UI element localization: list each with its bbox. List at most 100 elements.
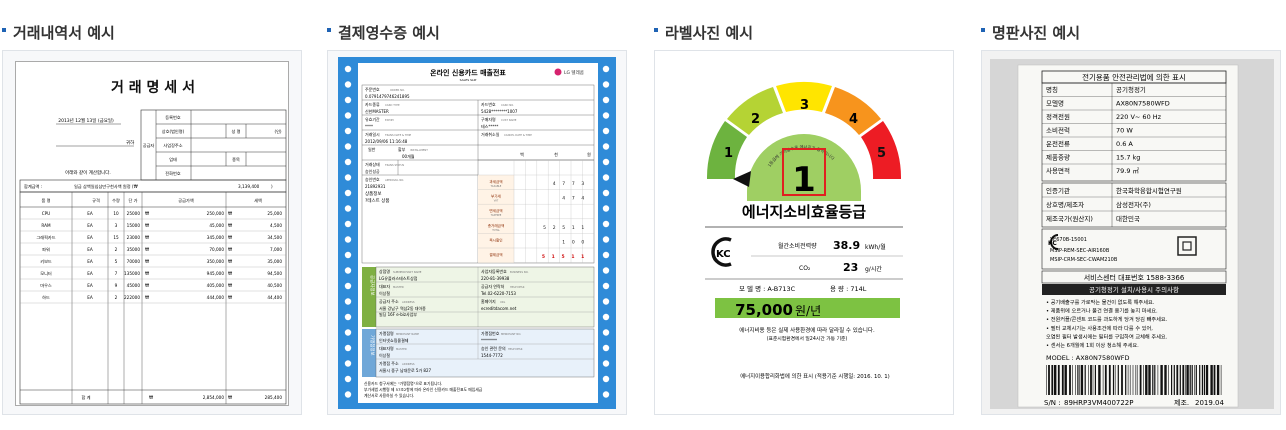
panel-title-text: 명판사진 예시	[992, 24, 1081, 42]
sprocket-hole	[602, 174, 610, 181]
field-label-en: HELP DESK	[508, 347, 523, 351]
field-label: 카드번호	[481, 101, 496, 107]
field-label: 가맹점명	[379, 330, 394, 336]
barcode-bar	[1104, 365, 1107, 395]
row2-value: 23	[843, 261, 858, 274]
won-sign: ₩	[145, 283, 150, 288]
won-sign: ₩	[228, 223, 233, 228]
won-sign: ₩	[228, 259, 233, 264]
amount-label-en: TAXABLE	[491, 185, 502, 188]
field-label: 구매자명	[481, 116, 496, 122]
kc-mark-icon: KC	[711, 237, 732, 267]
big-grade: 1	[792, 160, 816, 200]
image-frame[interactable]: 거 래 명 세 서 2013년 12월 13일 (금요일) 귀하 아래와 같이 …	[2, 50, 302, 415]
field-label: 유효기간	[365, 116, 380, 122]
nameplate-label: 제품중량	[1046, 154, 1070, 162]
field-label-en: APPROVAL NO.	[385, 178, 404, 182]
amount-label: 결제금액	[489, 252, 502, 257]
field-label: 사업자등록번호	[481, 268, 507, 274]
field-label: 홈페이지	[481, 298, 496, 304]
sprocket-hole	[344, 96, 352, 104]
barcode-bar	[1135, 365, 1137, 395]
table-cell: 70,000	[209, 247, 224, 252]
panel-invoice: 거래내역서 예시 거 래 명 세 서 2013년 12월 13일 (금요일) 귀…	[2, 0, 302, 430]
pg-addr: 서울시 중구 남대문로 5가 827	[379, 367, 432, 373]
table-cell: 2	[115, 295, 118, 300]
nameplate-photo: 전기용품 안전관리법에 의한 표시 명칭 공기청정기 모델명 AX80N7580WFD…	[990, 59, 1274, 409]
barcode-bar	[1201, 365, 1203, 395]
date-label: 제조.	[1174, 399, 1189, 407]
table-header: 공급가액	[178, 197, 194, 204]
label-note: (표준시험환경에서 일24시간 가동 기준)	[767, 335, 848, 342]
amount-label: 면세금액	[489, 208, 502, 213]
field-label-en: CARD TYPE	[385, 103, 400, 107]
barcode-bar	[1057, 365, 1060, 395]
barcode-bar	[1220, 365, 1222, 395]
merchant-side: 공급자정보	[369, 275, 376, 296]
expiry: ****	[365, 124, 373, 129]
home: ecreditdacom.net	[481, 306, 517, 311]
receipt-title: 온라인 신용카드 매출전표	[430, 68, 506, 77]
nameplate-value: 15.7 kg	[1116, 154, 1140, 162]
won-sign: ₩	[145, 271, 150, 276]
caution-line: • 공기배출구를 가로막는 물건이 없도록 해주세요.	[1046, 298, 1155, 306]
row1-label: 월간소비전력량	[778, 242, 817, 250]
pg-name: 인터넷쇼핑몰결제	[379, 337, 409, 343]
nameplate-value: 대한민국	[1116, 214, 1140, 223]
table-cell: 44,400	[267, 295, 282, 300]
bullet-icon	[981, 28, 985, 32]
table-cell: 45,000	[209, 223, 224, 228]
nameplate-label: 명칭	[1046, 85, 1058, 94]
barcode-bar	[1069, 365, 1071, 395]
cost-value: 75,000	[735, 301, 793, 319]
cert-line: MSIP-CRM-SEC-CWAM210B	[1050, 257, 1118, 263]
barcode-bar	[1186, 365, 1189, 395]
table-cell: 70000	[127, 259, 141, 264]
image-frame[interactable]: 1 2 3 4 5 1등급에 가까울수록 에너지가 절약됩니다 1 에너지소비효…	[654, 50, 954, 415]
field-label-en: URL	[500, 300, 506, 304]
sprocket-hole	[344, 189, 352, 197]
nameplate-header: 전기용품 안전관리법에 의한 표시	[1082, 72, 1186, 82]
field-label: 가맹점번호	[481, 330, 500, 336]
sprocket-hole	[344, 313, 352, 321]
nameplate-value: 220 V~ 60 Hz	[1116, 113, 1162, 121]
sprocket-hole	[602, 189, 610, 197]
date: 2019.04	[1195, 399, 1224, 407]
sprocket-hole	[602, 81, 610, 88]
sum-supply: 2,854,000	[203, 395, 225, 400]
table-cell: 350,000	[207, 259, 225, 264]
image-frame[interactable]: 전기용품 안전관리법에 의한 표시 명칭 공기청정기 모델명 AX80N7580WFD…	[981, 50, 1281, 415]
table-cell: 135000	[124, 271, 140, 276]
sprocket-hole	[602, 267, 610, 274]
field-label-en: TRANS STATUS	[385, 163, 405, 167]
barcode-bar	[1072, 365, 1073, 395]
barcode-bar	[1168, 365, 1169, 395]
barcode-bar	[1148, 365, 1151, 395]
barcode-bar	[1157, 365, 1159, 395]
sprocket-hole	[602, 360, 610, 367]
image-frame[interactable]: 온라인 신용카드 매출전표 SALES SLIP LG 텔레콤 주문번호 ORD…	[327, 50, 627, 415]
sprocket-hole	[602, 251, 610, 259]
table-cell: EA	[87, 271, 93, 276]
field-label-en: BUSINESS NO.	[510, 270, 529, 274]
table-cell: 2	[115, 247, 118, 252]
amount-digits: 51511	[542, 254, 591, 260]
barcode-bar	[1064, 365, 1067, 395]
table-cell: 35000	[127, 247, 141, 252]
table-cell: 9	[115, 283, 118, 288]
supplier-label: 성 명	[231, 128, 240, 134]
field-label: 상점명	[379, 268, 390, 274]
field-label-en: CARD NO.	[501, 103, 514, 107]
won-sign: ₩	[145, 223, 150, 228]
field-label: 거래일시	[365, 131, 380, 137]
bullet-icon	[2, 28, 6, 32]
table-cell: EA	[87, 259, 93, 264]
panel-title: 명판사진 예시	[981, 22, 1080, 42]
won-sign: ₩	[149, 395, 154, 400]
table-cell: 40,500	[267, 283, 282, 288]
panel-receipt: 결제영수증 예시 온라인 신용카드 매출전표 SALES SLIP LG 텔레콤	[327, 0, 627, 430]
table-cell: 25000	[127, 211, 141, 216]
label-note: 에너지비용 등은 실제 사용환경에 따라 달라질 수 있습니다.	[739, 326, 875, 334]
pg-no: ********	[481, 338, 497, 343]
field-label-en: ADDRESS	[402, 300, 415, 304]
